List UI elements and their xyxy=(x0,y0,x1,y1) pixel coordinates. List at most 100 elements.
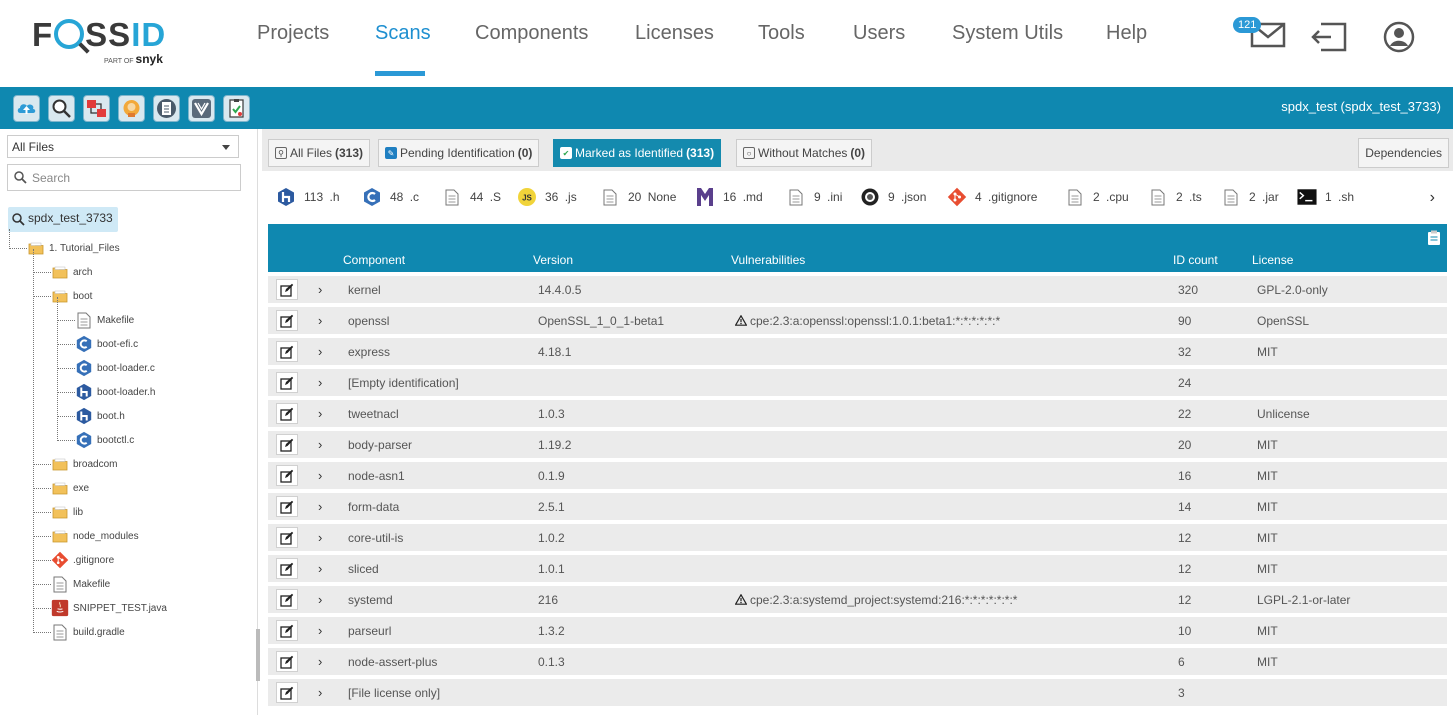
expand-row-chevron-icon[interactable]: › xyxy=(318,561,322,576)
clipboard-button[interactable] xyxy=(153,95,180,122)
expand-row-chevron-icon[interactable]: › xyxy=(318,437,322,452)
nav-system-utils[interactable]: System Utils xyxy=(952,22,1063,45)
tree-folder[interactable]: arch xyxy=(51,262,92,282)
expand-row-chevron-icon[interactable]: › xyxy=(318,406,322,421)
table-row[interactable]: › tweetnacl 1.0.3 22 Unlicense xyxy=(268,400,1447,427)
edit-identification-button[interactable] xyxy=(276,496,298,517)
file-filter-select[interactable]: All Files xyxy=(7,135,239,158)
edit-identification-button[interactable] xyxy=(276,434,298,455)
edit-identification-button[interactable] xyxy=(276,527,298,548)
tree-file[interactable]: boot-loader.h xyxy=(75,382,155,402)
table-row[interactable]: › [Empty identification] 24 xyxy=(268,369,1447,396)
clipboard-icon[interactable] xyxy=(1427,230,1441,249)
column-component[interactable]: Component xyxy=(343,253,405,267)
extension-filter[interactable]: 44 .S xyxy=(442,186,501,208)
expand-row-chevron-icon[interactable]: › xyxy=(318,282,322,297)
nav-help[interactable]: Help xyxy=(1106,22,1147,45)
extension-filter[interactable]: 9 .json xyxy=(860,186,926,208)
tree-folder[interactable]: exe xyxy=(51,478,89,498)
tree-folder[interactable]: 1. Tutorial_Files xyxy=(27,238,120,258)
report-button[interactable] xyxy=(223,95,250,122)
tree-file[interactable]: bootctl.c xyxy=(75,430,134,450)
table-row[interactable]: › kernel 14.4.0.5 320 GPL-2.0-only xyxy=(268,276,1447,303)
extension-filter[interactable]: 48 .c xyxy=(362,186,419,208)
tree-file[interactable]: build.gradle xyxy=(51,622,125,642)
table-row[interactable]: › express 4.18.1 32 MIT xyxy=(268,338,1447,365)
extension-filter[interactable]: 16 .md xyxy=(695,186,763,208)
edit-identification-button[interactable] xyxy=(276,403,298,424)
expand-row-chevron-icon[interactable]: › xyxy=(318,313,322,328)
user-profile-icon[interactable] xyxy=(1383,21,1415,58)
extension-filter[interactable]: 2 .ts xyxy=(1148,186,1202,208)
tree-file[interactable]: boot.h xyxy=(75,406,125,426)
tree-folder[interactable]: broadcom xyxy=(51,454,117,474)
nav-scans[interactable]: Scans xyxy=(375,22,431,45)
nav-users[interactable]: Users xyxy=(853,22,905,45)
expand-row-chevron-icon[interactable]: › xyxy=(318,375,322,390)
table-row[interactable]: › body-parser 1.19.2 20 MIT xyxy=(268,431,1447,458)
chevron-right-icon[interactable]: › xyxy=(1430,189,1435,207)
tree-file[interactable]: boot-efi.c xyxy=(75,334,138,354)
table-row[interactable]: › core-util-is 1.0.2 12 MIT xyxy=(268,524,1447,551)
nav-components[interactable]: Components xyxy=(475,22,588,45)
tree-file[interactable]: Makefile xyxy=(75,310,134,330)
extension-filter[interactable]: 113 .h xyxy=(276,186,340,208)
tree-file[interactable]: Makefile xyxy=(51,574,110,594)
table-row[interactable]: › node-assert-plus 0.1.3 6 MIT xyxy=(268,648,1447,675)
column-version[interactable]: Version xyxy=(533,253,573,267)
extension-filter[interactable]: 2 .jar xyxy=(1221,186,1279,208)
vulnerability-cell[interactable]: cpe:2.3:a:openssl:openssl:1.0.1:beta1:*:… xyxy=(734,314,1000,328)
vulnerability-cell[interactable]: cpe:2.3:a:systemd_project:systemd:216:*:… xyxy=(734,593,1017,607)
nav-licenses[interactable]: Licenses xyxy=(635,22,714,45)
nav-tools[interactable]: Tools xyxy=(758,22,805,45)
logout-icon[interactable] xyxy=(1311,20,1349,59)
edit-identification-button[interactable] xyxy=(276,465,298,486)
column-license[interactable]: License xyxy=(1252,253,1293,267)
filter-all-files[interactable]: ⚲ All Files (313) xyxy=(268,139,371,167)
extension-filter[interactable]: 2 .cpu xyxy=(1065,186,1129,208)
extension-filter[interactable]: 4 .gitignore xyxy=(947,186,1037,208)
filter-marked-as-identified[interactable]: ✔ Marked as Identified (313) xyxy=(553,139,722,167)
expand-row-chevron-icon[interactable]: › xyxy=(318,499,322,514)
expand-row-chevron-icon[interactable]: › xyxy=(318,654,322,669)
edit-identification-button[interactable] xyxy=(276,279,298,300)
compare-button[interactable] xyxy=(83,95,110,122)
column-id-count[interactable]: ID count xyxy=(1173,253,1218,267)
table-row[interactable]: › [File license only] 3 xyxy=(268,679,1447,706)
expand-row-chevron-icon[interactable]: › xyxy=(318,623,322,638)
extension-filter[interactable]: 9 .ini xyxy=(786,186,842,208)
column-vulnerabilities[interactable]: Vulnerabilities xyxy=(731,253,805,267)
scan-search-button[interactable] xyxy=(48,95,75,122)
expand-row-chevron-icon[interactable]: › xyxy=(318,468,322,483)
tree-folder[interactable]: node_modules xyxy=(51,526,139,546)
vs-button[interactable] xyxy=(188,95,215,122)
tree-search-input[interactable]: Search xyxy=(7,164,241,191)
filter-pending-identification[interactable]: ✎ Pending Identification (0) xyxy=(378,139,540,167)
fossid-logo[interactable]: F SSID PART OF snyk xyxy=(32,16,182,72)
brain-button[interactable] xyxy=(118,95,145,122)
nav-projects[interactable]: Projects xyxy=(257,22,329,45)
expand-row-chevron-icon[interactable]: › xyxy=(318,530,322,545)
table-row[interactable]: › node-asn1 0.1.9 16 MIT xyxy=(268,462,1447,489)
expand-row-chevron-icon[interactable]: › xyxy=(318,592,322,607)
edit-identification-button[interactable] xyxy=(276,589,298,610)
tree-root-node[interactable]: spdx_test_3733 xyxy=(8,207,118,232)
extension-filter[interactable]: 20 None xyxy=(600,186,676,208)
edit-identification-button[interactable] xyxy=(276,682,298,703)
edit-identification-button[interactable] xyxy=(276,372,298,393)
table-row[interactable]: › form-data 2.5.1 14 MIT xyxy=(268,493,1447,520)
edit-identification-button[interactable] xyxy=(276,651,298,672)
table-row[interactable]: › parseurl 1.3.2 10 MIT xyxy=(268,617,1447,644)
dependencies-button[interactable]: Dependencies xyxy=(1358,138,1449,168)
tree-folder[interactable]: lib xyxy=(51,502,83,522)
table-row[interactable]: › openssl OpenSSL_1_0_1-beta1 cpe:2.3:a:ope… xyxy=(268,307,1447,334)
filter-without-matches[interactable]: ○ Without Matches (0) xyxy=(736,139,873,167)
tree-file[interactable]: SNIPPET_TEST.java xyxy=(51,598,167,618)
table-row[interactable]: › sliced 1.0.1 12 MIT xyxy=(268,555,1447,582)
upload-button[interactable] xyxy=(13,95,40,122)
edit-identification-button[interactable] xyxy=(276,558,298,579)
edit-identification-button[interactable] xyxy=(276,620,298,641)
extension-filter[interactable]: 1 .sh xyxy=(1297,186,1354,208)
edit-identification-button[interactable] xyxy=(276,310,298,331)
tree-file[interactable]: .gitignore xyxy=(51,550,114,570)
